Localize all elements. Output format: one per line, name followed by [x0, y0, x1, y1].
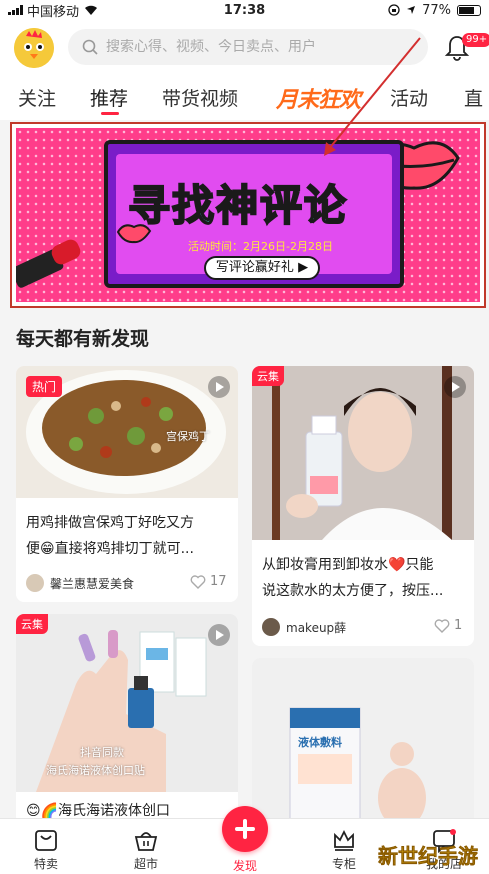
signal-icon [8, 5, 23, 15]
promo-banner[interactable]: 寻找神评论 活动时间：2月26日-2月28日 写评论赢好礼 ▶ [16, 128, 480, 302]
play-icon [444, 376, 466, 398]
tab-video[interactable]: 带货视频 [162, 84, 238, 111]
tab-activity[interactable]: 活动 [390, 84, 428, 111]
author-avatar [26, 574, 44, 592]
rotation-lock-icon [388, 4, 400, 16]
card-text-line2: 说这款水的太方便了，按压... [262, 583, 444, 599]
nav-counter[interactable]: 专柜 [314, 827, 374, 872]
search-icon [82, 39, 98, 55]
yunji-tag: 云集 [252, 366, 284, 386]
category-tabs: 关注 推荐 带货视频 月末狂欢 活动 直 [0, 76, 489, 120]
bag-icon [35, 830, 57, 851]
basket-icon [134, 832, 158, 851]
heart-icon [190, 574, 206, 589]
author-name: 馨兰惠慧爱美食 [50, 576, 135, 591]
tab-live[interactable]: 直 [464, 84, 483, 111]
makeup-video-image [252, 366, 474, 540]
feed-card[interactable]: 热门 宫保鸡丁 用鸡排做宫保鸡丁好吃又方 便😁直接将鸡排切丁就可... 馨兰惠慧… [16, 366, 238, 602]
image-caption: 海氏海诺液体创口贴 [46, 764, 145, 777]
card-author[interactable]: 馨兰惠慧爱美食 [26, 574, 134, 592]
publish-button[interactable] [222, 806, 268, 852]
card-text-line1: 从卸妆膏用到卸妆水❤️只能 [262, 557, 434, 573]
battery-percent: 77% [422, 2, 451, 18]
clock: 17:38 [223, 2, 266, 18]
active-tab-indicator [101, 112, 119, 115]
status-bar: 中国移动 17:38 77% [0, 0, 489, 20]
tab-recommend[interactable]: 推荐 [90, 84, 128, 111]
lipstick-icon [16, 239, 81, 288]
battery-icon [457, 4, 481, 16]
like-count: 17 [210, 574, 227, 589]
play-icon [208, 376, 230, 398]
search-input[interactable] [106, 39, 406, 55]
hot-tag: 热门 [26, 376, 63, 397]
image-caption: 宫保鸡丁 [166, 430, 210, 443]
banner-cta-button[interactable]: 写评论赢好礼 ▶ [204, 256, 320, 280]
small-lips-icon [116, 224, 152, 244]
feed-card[interactable]: 云集 从卸妆膏用到卸妆水❤️只能 说这款水的太方便了，按压... makeup薛… [252, 366, 474, 646]
nav-discover[interactable]: 发现 [215, 857, 275, 874]
yunji-tag: 云集 [16, 614, 48, 634]
card-author[interactable]: makeup薛 [262, 618, 346, 636]
banner-highlight: 寻找神评论 活动时间：2月26日-2月28日 写评论赢好礼 ▶ [10, 122, 486, 308]
like-count: 1 [454, 618, 463, 633]
feed-card[interactable]: 液体敷料 [252, 658, 474, 828]
product-image [252, 658, 474, 828]
location-icon [407, 6, 416, 14]
nav-sale[interactable]: 特卖 [16, 827, 76, 872]
card-text-line1: 用鸡排做宫保鸡丁好吃又方 [26, 515, 194, 531]
tab-promo[interactable]: 月末狂欢 [276, 82, 361, 114]
author-name: makeup薛 [286, 620, 347, 635]
header: 99+ [0, 20, 489, 76]
like-button[interactable]: 17 [190, 574, 227, 589]
profile-avatar[interactable] [14, 28, 54, 68]
tab-follow[interactable]: 关注 [18, 84, 56, 111]
image-caption: 抖音同款 [80, 746, 124, 759]
carrier-label: 中国移动 [27, 4, 80, 20]
watermark-logo: 新世纪手游 [378, 844, 479, 869]
section-title: 每天都有新发现 [16, 328, 150, 350]
like-button[interactable]: 1 [434, 618, 462, 633]
author-avatar [262, 618, 280, 636]
banner-title: 寻找神评论 [127, 180, 349, 231]
notification-badge: 99+ [462, 33, 489, 47]
wifi-icon [85, 5, 98, 15]
card-text-line2: 便😁直接将鸡排切丁就可... [26, 541, 194, 557]
play-icon [208, 624, 230, 646]
feed-card[interactable]: 云集 抖音同款 海氏海诺液体创口贴 😊🌈海氏海诺液体创口 [16, 614, 238, 824]
search-bar[interactable] [68, 29, 428, 65]
image-caption: 液体敷料 [298, 736, 342, 749]
nav-supermarket[interactable]: 超市 [116, 827, 176, 872]
banner-board: 寻找神评论 活动时间：2月26日-2月28日 写评论赢好礼 ▶ [104, 140, 404, 288]
banner-time: 活动时间：2月26日-2月28日 [188, 240, 333, 253]
heart-icon [434, 618, 450, 633]
chick-mascot-icon [14, 28, 54, 68]
crown-icon [334, 829, 354, 851]
